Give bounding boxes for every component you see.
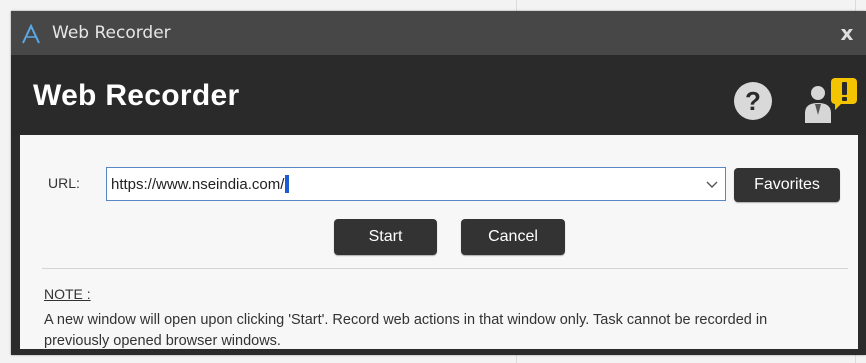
cancel-button[interactable]: Cancel <box>461 219 565 255</box>
url-input[interactable]: https://www.nseindia.com/ <box>106 167 726 201</box>
divider <box>42 268 848 269</box>
user-alert-icon[interactable] <box>802 75 862 125</box>
chevron-down-icon[interactable] <box>705 177 719 191</box>
app-logo-icon <box>22 23 40 44</box>
title-bar[interactable]: Web Recorder x <box>11 11 866 55</box>
help-icon: ? <box>745 86 761 116</box>
text-cursor <box>285 175 290 193</box>
close-button[interactable]: x <box>836 22 858 44</box>
favorites-button[interactable]: Favorites <box>734 168 840 202</box>
page-title: Web Recorder <box>33 79 240 112</box>
help-button[interactable]: ? <box>734 82 772 120</box>
header-bar: Web Recorder ? <box>11 55 866 135</box>
url-label: URL: <box>48 175 80 191</box>
web-recorder-window: Web Recorder x Web Recorder ? URL: https… <box>11 11 866 355</box>
window-title: Web Recorder <box>52 23 171 43</box>
start-button[interactable]: Start <box>334 219 437 255</box>
content-panel: URL: https://www.nseindia.com/ Favorites… <box>20 135 858 349</box>
url-input-value: https://www.nseindia.com/ <box>111 175 290 193</box>
close-icon: x <box>840 21 854 45</box>
note-title: NOTE : <box>44 286 91 302</box>
note-text: A new window will open upon clicking 'St… <box>44 312 768 349</box>
url-text: https://www.nseindia.com/ <box>111 176 285 193</box>
